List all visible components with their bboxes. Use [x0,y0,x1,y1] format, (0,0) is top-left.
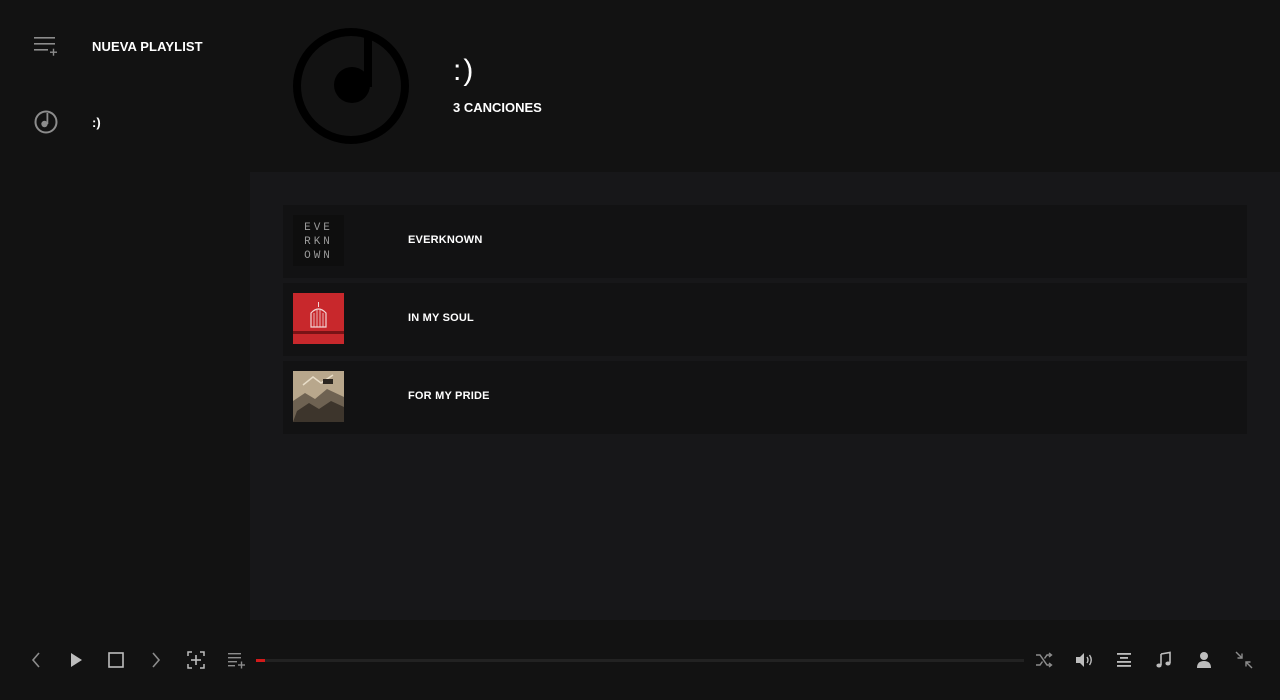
previous-icon [31,652,40,668]
stop-button[interactable] [104,648,128,672]
song-row[interactable]: IN MY SOUL [283,283,1247,356]
playlist-disc-icon [33,109,59,135]
next-icon [152,652,161,668]
user-button[interactable] [1192,648,1216,672]
cover-text-line: RKN [304,236,333,248]
song-list: EVE RKN OWN EVERKNOWN IN MY SOUL FOR MY … [250,172,1280,620]
minimize-button[interactable] [1232,648,1256,672]
shuffle-icon [1036,652,1053,668]
song-row[interactable]: EVE RKN OWN EVERKNOWN [283,205,1247,278]
album-cover-everknown: EVE RKN OWN [293,215,344,266]
song-row[interactable]: FOR MY PRIDE [283,361,1247,434]
song-title: FOR MY PRIDE [408,390,490,402]
queue-icon [1117,653,1131,667]
player-bar [0,620,1280,700]
app-window: NUEVA PLAYLIST :) :) 3 CANCIONES EVE RKN… [0,0,1280,700]
add-to-playlist-icon [228,653,245,669]
playlist-cover-icon [292,27,410,145]
minimize-icon [1235,651,1253,669]
next-button[interactable] [144,648,168,672]
stop-icon [108,652,124,668]
queue-button[interactable] [1112,648,1136,672]
add-to-playlist-button[interactable] [224,648,248,672]
cover-text-line: OWN [304,250,333,262]
new-playlist-button[interactable]: NUEVA PLAYLIST [0,26,250,66]
song-title: EVERKNOWN [408,234,483,246]
playlist-add-icon [33,33,59,59]
new-playlist-label: NUEVA PLAYLIST [92,38,203,54]
page-title: :) [453,54,476,87]
add-to-focus-icon [187,651,205,669]
shuffle-button[interactable] [1032,648,1056,672]
progress-bar[interactable] [256,659,1024,662]
add-to-focus-button[interactable] [184,648,208,672]
music-note-icon [1156,651,1171,668]
sidebar-playlist-item[interactable]: :) [0,102,250,142]
music-library-button[interactable] [1152,648,1176,672]
album-cover-for-my-pride [293,371,344,422]
play-icon [71,653,82,667]
volume-icon [1076,653,1092,667]
song-count: 3 CANCIONES [453,100,542,115]
sidebar: NUEVA PLAYLIST :) [0,0,250,620]
previous-button[interactable] [24,648,48,672]
cover-text-line: EVE [304,222,333,234]
song-title: IN MY SOUL [408,312,474,324]
playlist-header: :) 3 CANCIONES [250,0,1280,172]
volume-button[interactable] [1072,648,1096,672]
album-cover-in-my-soul [293,293,344,344]
user-icon [1197,652,1211,668]
play-button[interactable] [64,648,88,672]
sidebar-playlist-label: :) [92,114,101,130]
progress-fill [256,659,266,662]
